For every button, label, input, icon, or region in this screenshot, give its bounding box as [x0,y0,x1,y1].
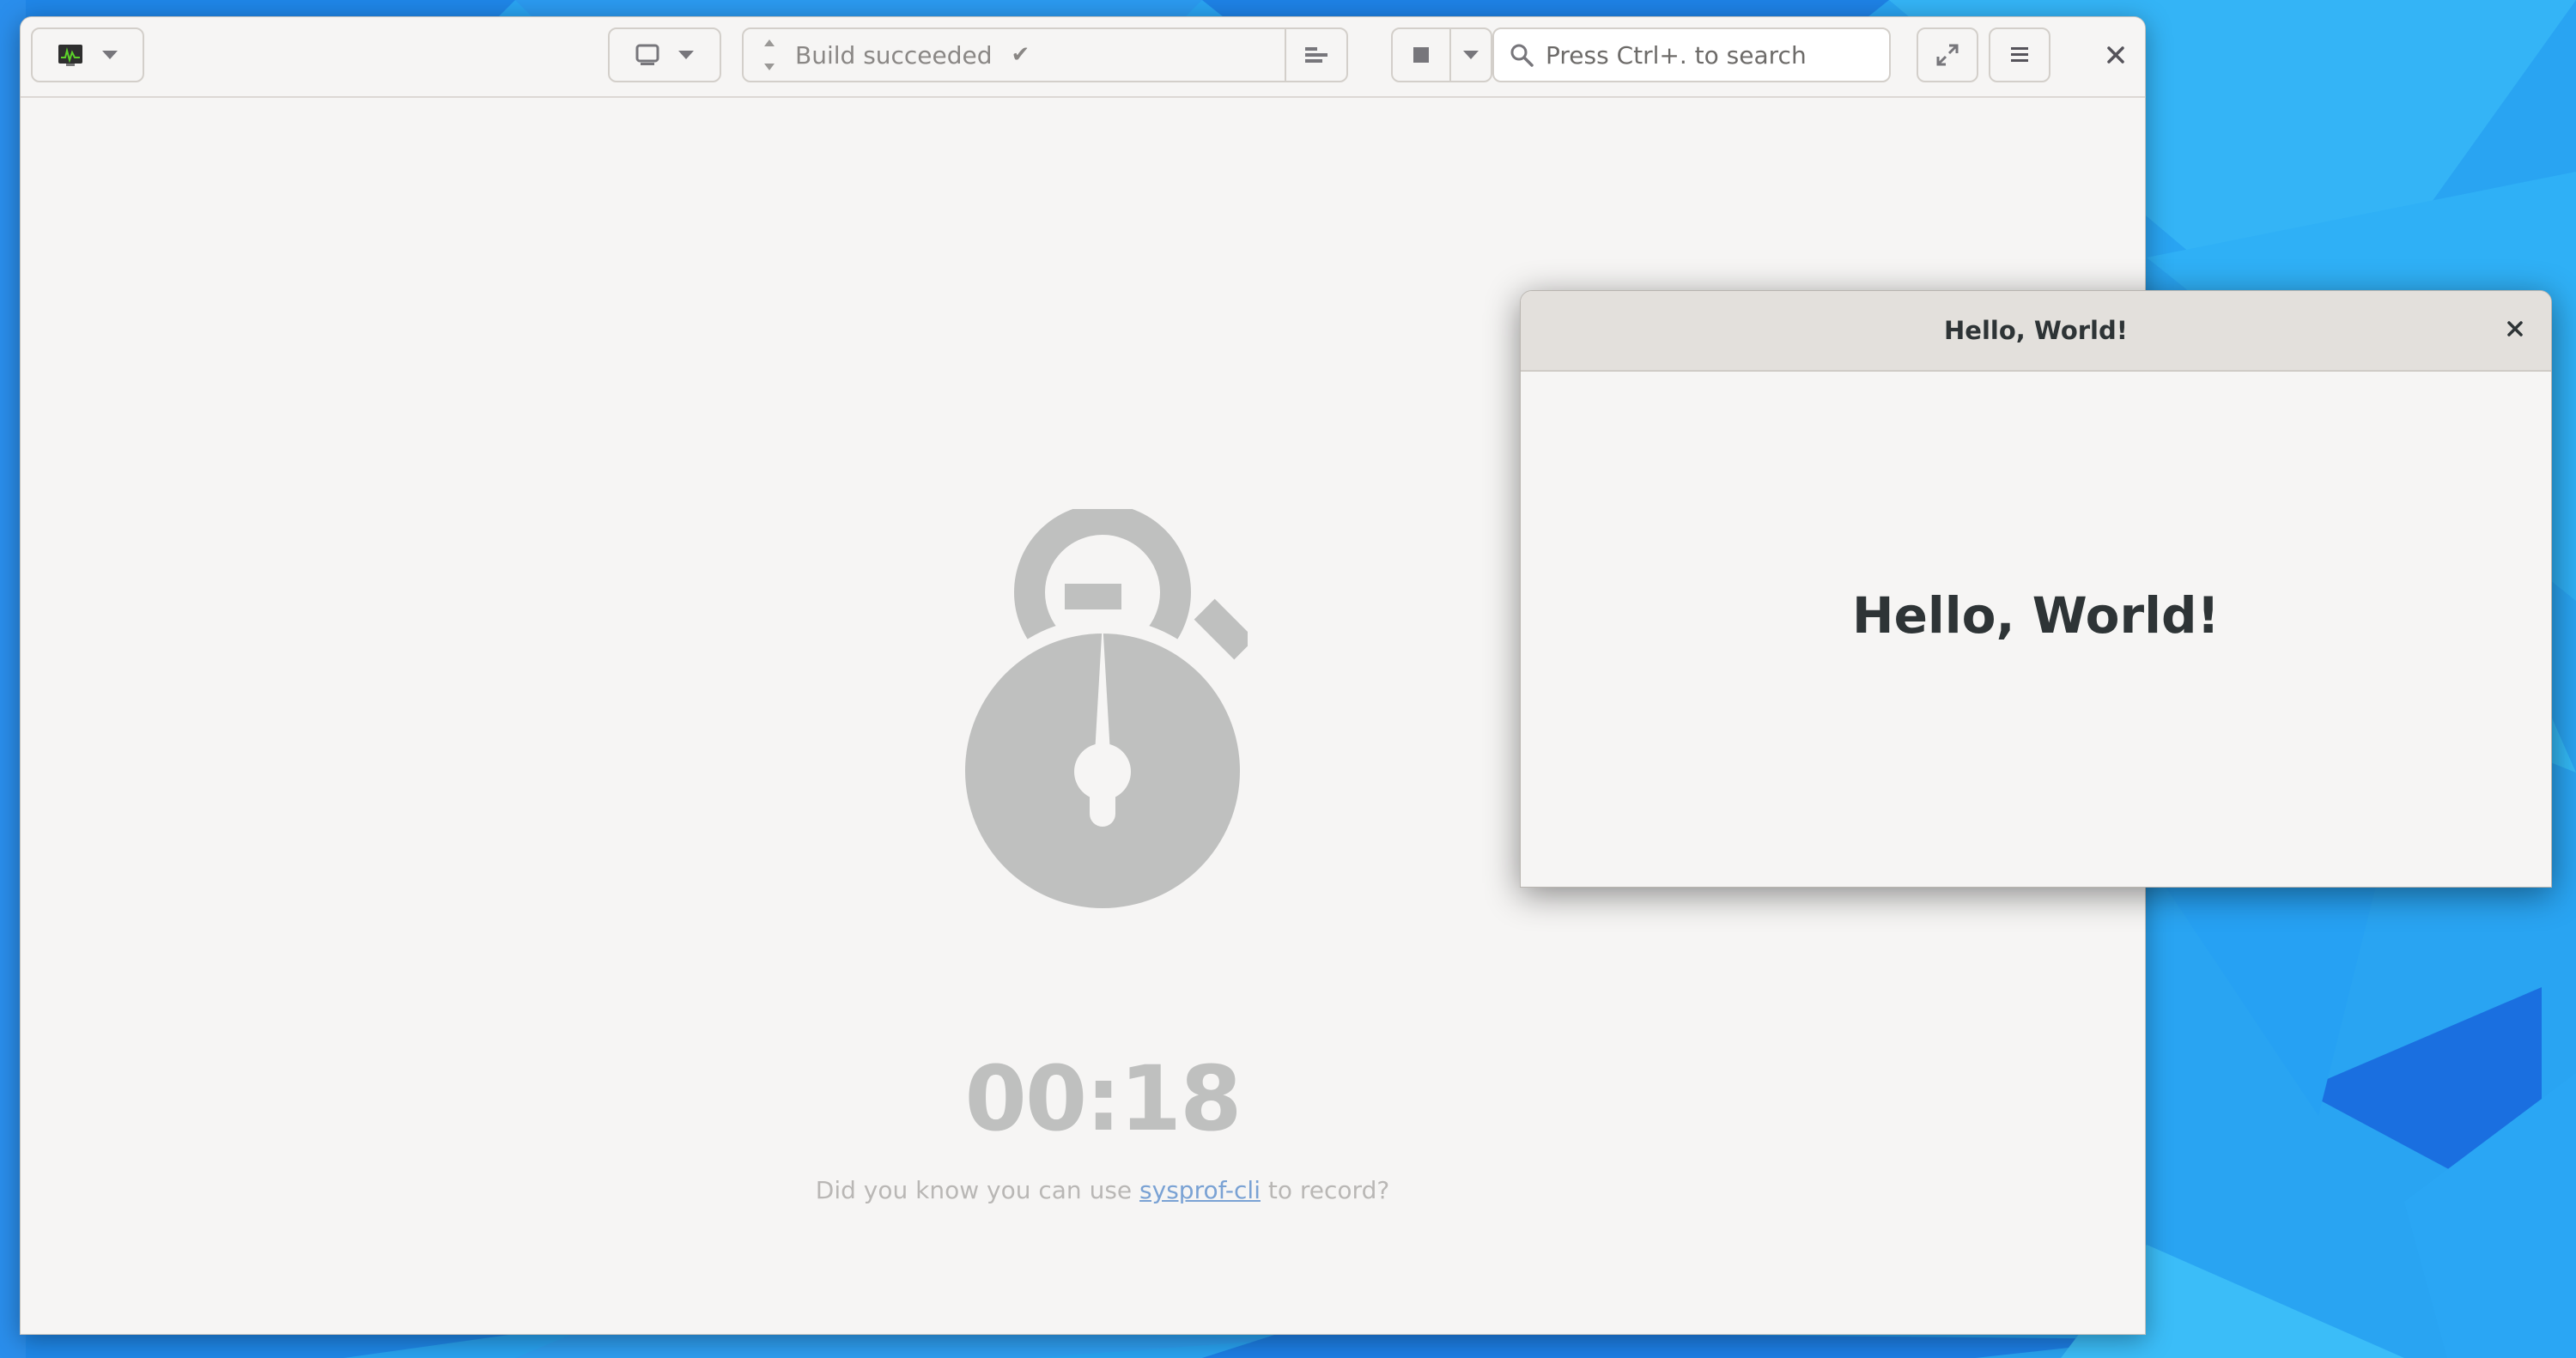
checkmark-icon: ✔ [1011,42,1030,68]
window-title: Hello, World! [1944,316,2128,345]
device-selector-button[interactable] [608,27,721,82]
chevron-down-icon [1462,51,1479,59]
search-entry[interactable] [1492,27,1891,82]
hello-title-bar[interactable]: Hello, World! [1521,291,2551,372]
tip-prefix: Did you know you can use [815,1176,1140,1204]
sysprof-cli-link[interactable]: sysprof-cli [1139,1176,1261,1204]
stopwatch-icon [939,504,1255,925]
close-icon [2106,45,2125,68]
stop-button[interactable] [1393,29,1451,81]
fullscreen-button[interactable] [1917,27,1978,82]
hamburger-menu-icon [2009,45,2030,64]
build-status-label: Build succeeded [795,40,993,70]
hello-world-window: Hello, World! Hello, World! [1520,290,2552,888]
fullscreen-icon [1935,43,1959,67]
system-monitor-icon [58,44,83,66]
header-bar: Build succeeded ✔ [21,17,2145,98]
build-log-icon [1305,47,1327,63]
close-icon [2506,319,2524,342]
main-menu-button[interactable] [1989,27,2050,82]
search-input[interactable] [1546,40,1889,70]
monitor-icon [635,44,659,66]
run-controls [1391,27,1492,82]
hello-content: Hello, World! [1521,372,2551,887]
chevron-down-icon [678,51,694,59]
hello-label: Hello, World! [1852,585,2220,645]
hello-close-button[interactable] [2498,313,2532,348]
tip-suffix: to record? [1260,1176,1390,1204]
elapsed-time: 00:18 [964,1046,1242,1151]
build-progress-icon [744,29,795,81]
run-options-button[interactable] [1451,29,1491,81]
build-status-bar[interactable]: Build succeeded ✔ [742,27,1348,82]
window-close-button[interactable] [2099,39,2133,74]
tip-text: Did you know you can use sysprof-cli to … [622,1176,1583,1204]
profiler-menu-button[interactable] [31,27,144,82]
build-panel-button[interactable] [1285,29,1346,81]
chevron-down-icon [102,51,118,59]
stop-icon [1413,47,1429,63]
search-icon [1510,43,1534,67]
